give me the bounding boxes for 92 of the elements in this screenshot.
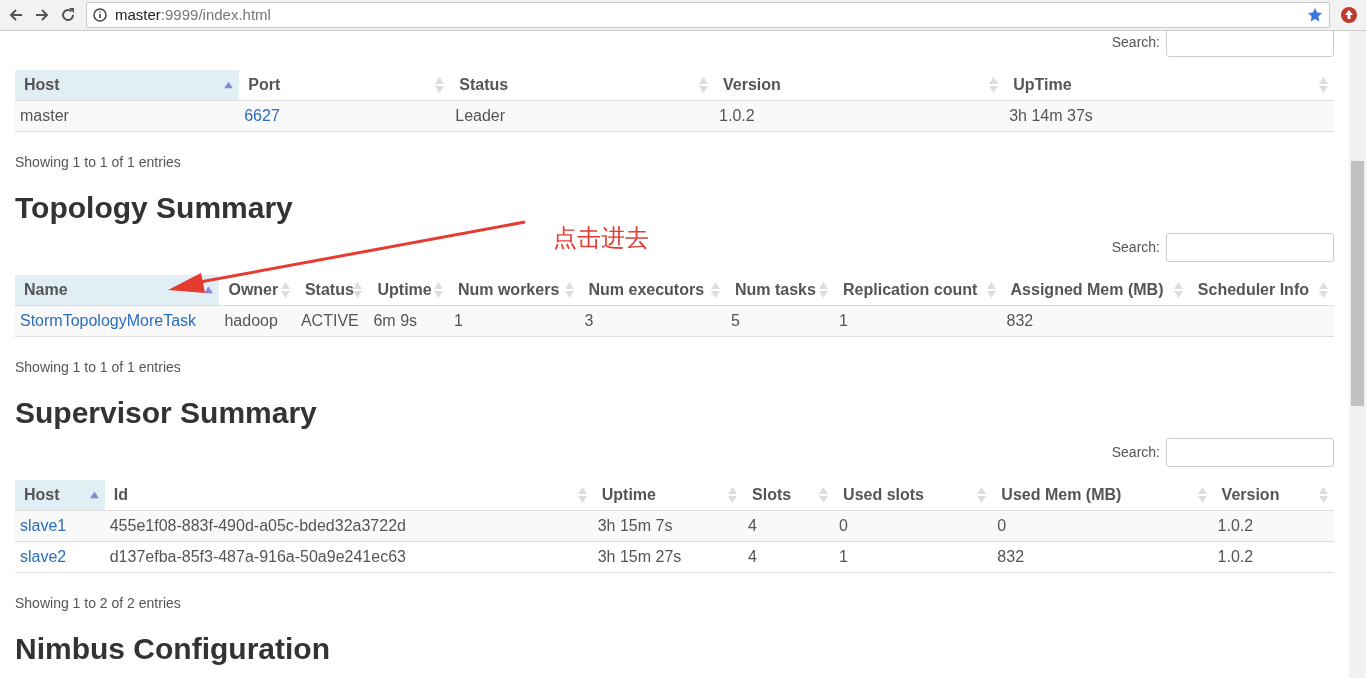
table-cell: Leader — [450, 100, 715, 132]
sort-icon — [1319, 487, 1328, 503]
section-title: Topology Summary — [15, 191, 293, 225]
column-header[interactable]: Status — [450, 70, 715, 101]
annotation-text: 点击进去 — [553, 223, 649, 254]
table-cell: 1 — [834, 305, 1002, 337]
column-header[interactable]: Uptime — [592, 480, 744, 511]
table-cell: 3h 14m 37s — [1004, 100, 1334, 132]
sort-icon — [819, 487, 829, 503]
sort-icon — [977, 487, 987, 503]
extension-icon[interactable] — [1340, 6, 1358, 24]
column-header[interactable]: Replication count — [834, 275, 1002, 306]
table-cell: 1.0.2 — [1212, 541, 1334, 573]
section-title: Nimbus Configuration — [15, 632, 330, 666]
column-header[interactable]: Used Mem (MB) — [992, 480, 1213, 511]
column-header[interactable]: Num tasks — [725, 275, 835, 306]
search-field[interactable] — [1166, 438, 1334, 467]
table-cell: 5 — [725, 305, 835, 337]
sort-icon — [280, 282, 290, 298]
reload-icon[interactable] — [60, 7, 76, 23]
column-header[interactable]: Uptime — [368, 275, 449, 306]
sort-icon — [989, 77, 999, 93]
sort-icon — [577, 487, 587, 503]
entries-info: Showing 1 to 1 of 1 entries — [15, 359, 182, 375]
address-bar[interactable]: master:9999/index.html — [86, 2, 1330, 28]
url-text: master:9999/index.html — [115, 4, 271, 25]
table-cell: 0 — [834, 510, 993, 542]
sort-icon — [435, 77, 445, 93]
table-link[interactable]: 6627 — [244, 107, 280, 124]
column-header[interactable]: Host — [15, 480, 105, 511]
table-cell: 1.0.2 — [1212, 510, 1334, 542]
column-header[interactable]: Slots — [743, 480, 835, 511]
column-header[interactable]: Version — [1212, 480, 1334, 511]
sort-icon — [1319, 282, 1328, 298]
table-cell: 6m 9s — [368, 305, 449, 337]
sort-icon — [728, 487, 738, 503]
back-icon[interactable] — [8, 7, 24, 23]
table-cell: 4 — [743, 541, 835, 573]
table-cell: 832 — [992, 541, 1213, 573]
sort-icon — [353, 282, 363, 298]
info-icon[interactable] — [93, 8, 107, 22]
table-cell: 3h 15m 27s — [592, 541, 744, 573]
column-header[interactable]: Assigned Mem (MB) — [1001, 275, 1189, 306]
column-header[interactable]: Name — [15, 275, 220, 306]
sort-icon — [699, 77, 709, 93]
table-cell: 0 — [992, 510, 1213, 542]
sort-icon — [1173, 282, 1183, 298]
sort-icon — [433, 282, 443, 298]
table-cell: 3h 15m 7s — [592, 510, 744, 542]
column-header[interactable]: Scheduler Info — [1188, 275, 1334, 306]
column-header[interactable]: Id — [104, 480, 593, 511]
table-cell: master — [15, 100, 240, 132]
table-cell: 455e1f08-883f-490d-a05c-bded32a3722d — [104, 510, 593, 542]
sort-ascending-icon — [89, 491, 99, 499]
section-title: Supervisor Summary — [15, 396, 317, 430]
search-label: Search: — [1111, 33, 1160, 52]
entries-info: Showing 1 to 1 of 1 entries — [15, 154, 182, 170]
sort-icon — [710, 282, 720, 298]
search-field[interactable] — [1166, 233, 1334, 262]
search-label: Search: — [1111, 238, 1160, 257]
sort-ascending-icon — [204, 286, 214, 294]
star-icon[interactable] — [1307, 7, 1323, 23]
search-label: Search: — [1111, 443, 1160, 462]
table-cell: d137efba-85f3-487a-916a-50a9e241ec63 — [104, 541, 593, 573]
table-link[interactable]: slave2 — [20, 548, 67, 565]
column-header[interactable]: Port — [239, 70, 451, 101]
column-header[interactable]: Num workers — [448, 275, 580, 306]
table-cell: 1.0.2 — [714, 100, 1005, 132]
column-header[interactable]: Used slots — [834, 480, 993, 511]
column-header[interactable]: Host — [15, 70, 240, 101]
table-cell: 832 — [1001, 305, 1189, 337]
sort-icon — [819, 282, 829, 298]
column-header[interactable]: UpTime — [1004, 70, 1334, 101]
sort-icon — [986, 282, 996, 298]
table-cell: 4 — [743, 510, 835, 542]
table-cell: 1 — [834, 541, 993, 573]
table-cell: 3 — [579, 305, 726, 337]
search-field[interactable] — [1166, 31, 1334, 57]
sort-icon — [1197, 487, 1207, 503]
forward-icon[interactable] — [34, 7, 50, 23]
column-header[interactable]: Owner — [219, 275, 296, 306]
column-header[interactable]: Status — [295, 275, 369, 306]
table-cell: hadoop — [219, 305, 296, 337]
table-cell: 1 — [448, 305, 580, 337]
sort-ascending-icon — [224, 81, 234, 89]
sort-icon — [1319, 77, 1328, 93]
scrollbar[interactable] — [1349, 31, 1366, 678]
entries-info: Showing 1 to 2 of 2 entries — [15, 595, 182, 611]
table-cell: ACTIVE — [295, 305, 369, 337]
column-header[interactable]: Version — [714, 70, 1005, 101]
column-header[interactable]: Num executors — [579, 275, 726, 306]
sort-icon — [564, 282, 574, 298]
